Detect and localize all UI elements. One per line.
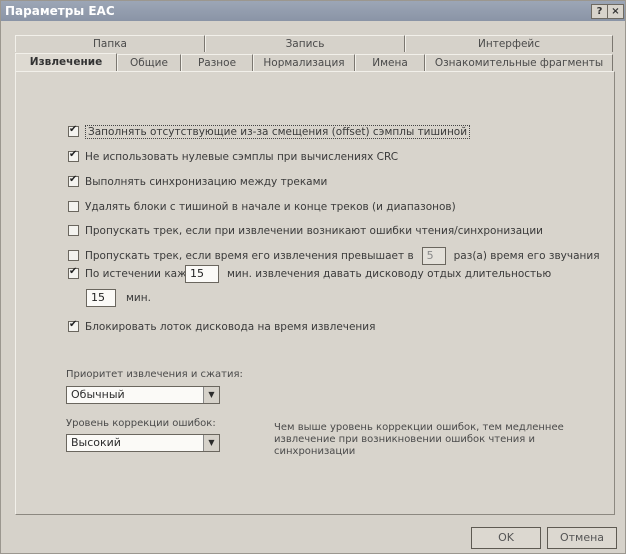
option-zero-samples-crc[interactable]: Не использовать нулевые сэмплы при вычис… bbox=[68, 149, 398, 164]
label-rest-unit: мин. bbox=[126, 291, 151, 304]
tab-names[interactable]: Имена bbox=[355, 54, 425, 71]
checkbox-track-sync[interactable] bbox=[68, 174, 79, 187]
skip-factor-input[interactable]: 5 bbox=[421, 246, 446, 265]
close-button[interactable]: × bbox=[607, 4, 624, 19]
label-rest-after: мин. извлечения давать дисководу отдых д… bbox=[227, 267, 552, 280]
checkbox-lock-tray[interactable] bbox=[68, 319, 79, 332]
window-title: Параметры EAC bbox=[5, 4, 115, 18]
checkbox-skip-on-errors[interactable] bbox=[68, 225, 79, 236]
option-lock-tray[interactable]: Блокировать лоток дисковода на время изв… bbox=[68, 319, 375, 334]
tab-general[interactable]: Общие bbox=[117, 54, 181, 71]
checkbox-skip-slow-track[interactable] bbox=[68, 250, 79, 261]
label-track-sync: Выполнять синхронизацию между треками bbox=[85, 175, 328, 188]
chevron-down-icon[interactable]: ▼ bbox=[203, 435, 219, 451]
rest-duration-row: 15 мин. bbox=[86, 288, 151, 307]
tab-normalization[interactable]: Нормализация bbox=[253, 54, 355, 71]
priority-select[interactable]: Обычный ▼ bbox=[66, 386, 220, 404]
priority-value: Обычный bbox=[71, 388, 125, 401]
correction-select[interactable]: Высокий ▼ bbox=[66, 434, 220, 452]
tab-misc[interactable]: Разное bbox=[181, 54, 253, 71]
label-skip-slow-before: Пропускать трек, если время его извлечен… bbox=[85, 249, 414, 262]
correction-hint: Чем выше уровень коррекции ошибок, тем м… bbox=[274, 422, 564, 457]
label-remove-silence: Удалять блоки с тишиной в начале и конце… bbox=[85, 200, 456, 213]
tab-row-front: Извлечение Общие Разное Нормализация Име… bbox=[15, 53, 613, 72]
label-skip-slow-after: раз(а) время его звучания bbox=[453, 249, 600, 262]
tab-row-back: Папка Запись Интерфейс bbox=[15, 35, 613, 52]
cancel-button[interactable]: Отмена bbox=[547, 527, 617, 549]
correction-label: Уровень коррекции ошибок: bbox=[66, 418, 216, 429]
tab-extraction[interactable]: Извлечение bbox=[15, 53, 117, 72]
checkbox-fill-offset[interactable] bbox=[68, 124, 79, 137]
correction-value: Высокий bbox=[71, 436, 121, 449]
settings-dialog: Параметры EAC ? × Папка Запись Интерфейс… bbox=[0, 0, 626, 554]
rest-duration-input[interactable]: 15 bbox=[86, 288, 116, 307]
chevron-down-icon[interactable]: ▼ bbox=[203, 387, 219, 403]
option-track-sync[interactable]: Выполнять синхронизацию между треками bbox=[68, 174, 327, 189]
priority-label: Приоритет извлечения и сжатия: bbox=[66, 369, 243, 380]
rest-interval-input[interactable]: 15 bbox=[185, 264, 219, 283]
label-zero-samples-crc: Не использовать нулевые сэмплы при вычис… bbox=[85, 150, 399, 163]
option-skip-slow-track[interactable]: Пропускать трек, если время его извлечен… bbox=[68, 246, 600, 265]
option-skip-on-errors[interactable]: Пропускать трек, если при извлечении воз… bbox=[68, 223, 543, 238]
ok-button[interactable]: OK bbox=[471, 527, 541, 549]
tab-interface[interactable]: Интерфейс bbox=[405, 35, 613, 52]
extraction-panel: Заполнять отсутствующие из-за смещения (… bbox=[15, 71, 615, 515]
label-skip-on-errors: Пропускать трек, если при извлечении воз… bbox=[85, 224, 543, 237]
title-bar: Параметры EAC ? × bbox=[1, 1, 625, 21]
tab-write[interactable]: Запись bbox=[205, 35, 405, 52]
checkbox-remove-silence[interactable] bbox=[68, 201, 79, 212]
label-rest-before: По истечении каждых bbox=[85, 267, 209, 280]
tab-preview-fragments[interactable]: Ознакомительные фрагменты bbox=[425, 54, 613, 71]
option-fill-offset[interactable]: Заполнять отсутствующие из-за смещения (… bbox=[68, 124, 471, 139]
option-remove-silence[interactable]: Удалять блоки с тишиной в начале и конце… bbox=[68, 199, 456, 214]
help-button[interactable]: ? bbox=[591, 4, 608, 19]
checkbox-rest-drive[interactable] bbox=[68, 266, 79, 279]
label-fill-offset: Заполнять отсутствующие из-за смещения (… bbox=[85, 124, 471, 139]
label-lock-tray: Блокировать лоток дисковода на время изв… bbox=[85, 320, 376, 333]
checkbox-zero-samples-crc[interactable] bbox=[68, 149, 79, 162]
tab-folder[interactable]: Папка bbox=[15, 35, 205, 52]
option-rest-drive[interactable]: По истечении каждых 15 мин. извлечения д… bbox=[68, 264, 552, 283]
